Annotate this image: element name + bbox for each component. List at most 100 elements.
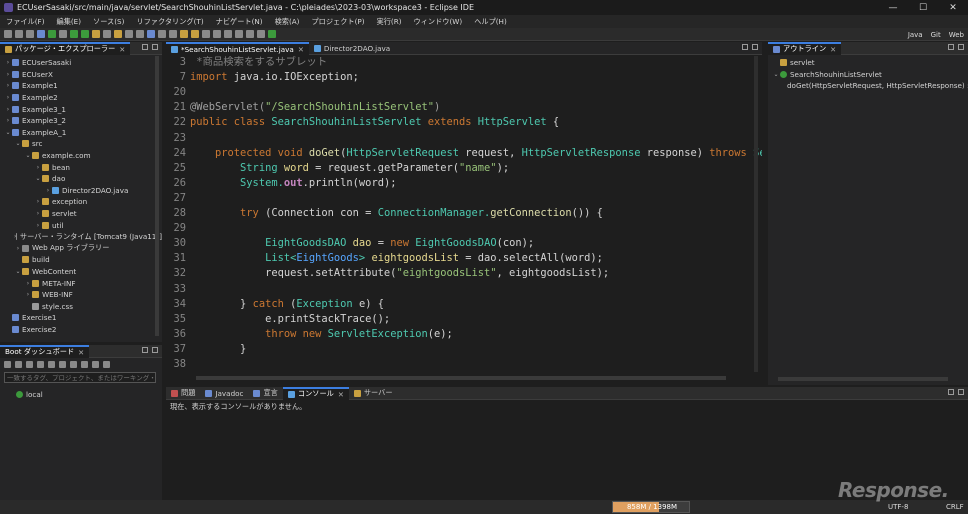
perspective-java[interactable]: Java: [908, 31, 923, 39]
filter-icon[interactable]: [92, 360, 99, 368]
explorer-item[interactable]: › Example1: [0, 80, 162, 92]
code-line[interactable]: 25 String word = request.getParameter("n…: [166, 161, 756, 176]
outline-item[interactable]: doGet(HttpServletRequest, HttpServletRes…: [768, 80, 968, 92]
minimize-icon[interactable]: [742, 44, 748, 50]
console-tab[interactable]: Javadoc: [200, 387, 248, 400]
boot-item-local[interactable]: local: [0, 389, 162, 401]
console-icon[interactable]: [59, 360, 66, 368]
tab-boot-dashboard[interactable]: Boot ダッシュボード ✕: [0, 345, 90, 358]
menu-item-3[interactable]: リファクタリング(T): [136, 17, 203, 27]
menu-item-9[interactable]: ヘルプ(H): [474, 17, 507, 27]
toolbar-button-icon[interactable]: [147, 30, 155, 38]
code-line[interactable]: 22 public class SearchShouhinListServlet …: [166, 115, 756, 130]
chevron-down-icon[interactable]: ⌄: [4, 129, 12, 136]
console-tab[interactable]: 問題: [166, 387, 200, 400]
menu-item-2[interactable]: ソース(S): [93, 17, 124, 27]
toolbar-button-icon[interactable]: [125, 30, 133, 38]
editor-tab[interactable]: Director2DAO.java: [309, 42, 395, 55]
minimize-button[interactable]: —: [878, 0, 908, 15]
toolbar-button-icon[interactable]: [257, 30, 265, 38]
toolbar-button-icon[interactable]: [48, 30, 56, 38]
toolbar-button-icon[interactable]: [26, 30, 34, 38]
menu-item-7[interactable]: 実行(R): [377, 17, 402, 27]
explorer-item[interactable]: Exercise2: [0, 324, 162, 336]
explorer-item[interactable]: ⌄ dao: [0, 173, 162, 185]
edit-icon[interactable]: [70, 360, 77, 368]
code-line[interactable]: 23: [166, 131, 756, 146]
chevron-right-icon[interactable]: ›: [34, 198, 42, 205]
explorer-item[interactable]: › サーバー・ランタイム [Tomcat9 (Java11)]: [0, 231, 162, 243]
toolbar-button-icon[interactable]: [81, 30, 89, 38]
outline-item[interactable]: servlet: [768, 57, 968, 69]
explorer-item[interactable]: style.css: [0, 300, 162, 312]
explorer-item[interactable]: › util: [0, 219, 162, 231]
minimize-icon[interactable]: [142, 44, 148, 50]
chevron-right-icon[interactable]: ›: [4, 82, 12, 89]
chevron-right-icon[interactable]: ›: [34, 222, 42, 229]
toolbar-button-icon[interactable]: [114, 30, 122, 38]
explorer-item[interactable]: › Example3_2: [0, 115, 162, 127]
outline-item[interactable]: ⌄ SearchShouhinListServlet: [768, 69, 968, 81]
menu-item-8[interactable]: ウィンドウ(W): [414, 17, 463, 27]
editor-vscrollbar[interactable]: [754, 56, 758, 372]
maximize-icon[interactable]: [958, 44, 964, 50]
toolbar-button-icon[interactable]: [180, 30, 188, 38]
explorer-item[interactable]: › ECUserX: [0, 69, 162, 81]
explorer-item[interactable]: › servlet: [0, 208, 162, 220]
boot-search-input[interactable]: [4, 372, 156, 383]
add-icon[interactable]: [103, 360, 110, 368]
chevron-right-icon[interactable]: ›: [24, 280, 32, 287]
explorer-item[interactable]: build: [0, 254, 162, 266]
toolbar-button-icon[interactable]: [136, 30, 144, 38]
menu-item-5[interactable]: 検索(A): [275, 17, 300, 27]
toolbar-button-icon[interactable]: [224, 30, 232, 38]
toolbar-button-icon[interactable]: [268, 30, 276, 38]
minimize-icon[interactable]: [948, 44, 954, 50]
explorer-scrollbar[interactable]: [155, 56, 159, 336]
console-tab[interactable]: サーバー: [349, 387, 398, 400]
toolbar-button-icon[interactable]: [37, 30, 45, 38]
chevron-right-icon[interactable]: ›: [4, 71, 12, 78]
code-area[interactable]: 3 *商品検索をするサブレット 7 import java.io.IOExcepti…: [166, 55, 762, 373]
explorer-item[interactable]: ⌄ ExampleA_1: [0, 127, 162, 139]
chevron-right-icon[interactable]: ›: [4, 59, 12, 66]
toolbar-button-icon[interactable]: [92, 30, 100, 38]
debug-icon[interactable]: [15, 360, 22, 368]
encoding-label[interactable]: UTF-8: [888, 503, 908, 511]
explorer-item[interactable]: ⌄ example.com: [0, 150, 162, 162]
toolbar-button-icon[interactable]: [158, 30, 166, 38]
start-icon[interactable]: [4, 360, 11, 368]
code-line[interactable]: 37 }: [166, 342, 756, 357]
chevron-right-icon[interactable]: ›: [4, 106, 12, 113]
toolbar-button-icon[interactable]: [103, 30, 111, 38]
code-line[interactable]: 26 System.out.println(word);: [166, 176, 756, 191]
explorer-item[interactable]: › ECUserSasaki: [0, 57, 162, 69]
chevron-right-icon[interactable]: ›: [34, 164, 42, 171]
code-line[interactable]: 38: [166, 357, 756, 372]
code-line[interactable]: 3 *商品検索をするサブレット: [166, 55, 756, 70]
line-ending-label[interactable]: CRLF: [946, 503, 964, 511]
menu-item-0[interactable]: ファイル(F): [6, 17, 45, 27]
chevron-right-icon[interactable]: ›: [34, 210, 42, 217]
code-line[interactable]: 32 request.setAttribute("eightgoodsList"…: [166, 266, 756, 281]
toolbar-button-icon[interactable]: [202, 30, 210, 38]
explorer-item[interactable]: Exercise1: [0, 312, 162, 324]
explorer-item[interactable]: ⌄ WebContent: [0, 266, 162, 278]
close-icon[interactable]: ✕: [338, 390, 344, 399]
toolbar-button-icon[interactable]: [169, 30, 177, 38]
chevron-down-icon[interactable]: ⌄: [772, 71, 780, 78]
console-tab[interactable]: コンソール ✕: [282, 386, 349, 400]
explorer-item[interactable]: › bean: [0, 161, 162, 173]
deploy-icon[interactable]: [81, 360, 88, 368]
chevron-down-icon[interactable]: ⌄: [34, 175, 42, 182]
menu-item-1[interactable]: 編集(E): [57, 17, 82, 27]
maximize-icon[interactable]: [752, 44, 758, 50]
open-browser-icon[interactable]: [48, 360, 55, 368]
toolbar-button-icon[interactable]: [4, 30, 12, 38]
close-icon[interactable]: ✕: [78, 348, 84, 357]
close-icon[interactable]: ✕: [830, 45, 836, 54]
code-line[interactable]: 33: [166, 282, 756, 297]
chevron-down-icon[interactable]: ⌄: [14, 140, 22, 147]
chevron-down-icon[interactable]: ⌄: [14, 268, 22, 275]
restart-icon[interactable]: [37, 360, 44, 368]
